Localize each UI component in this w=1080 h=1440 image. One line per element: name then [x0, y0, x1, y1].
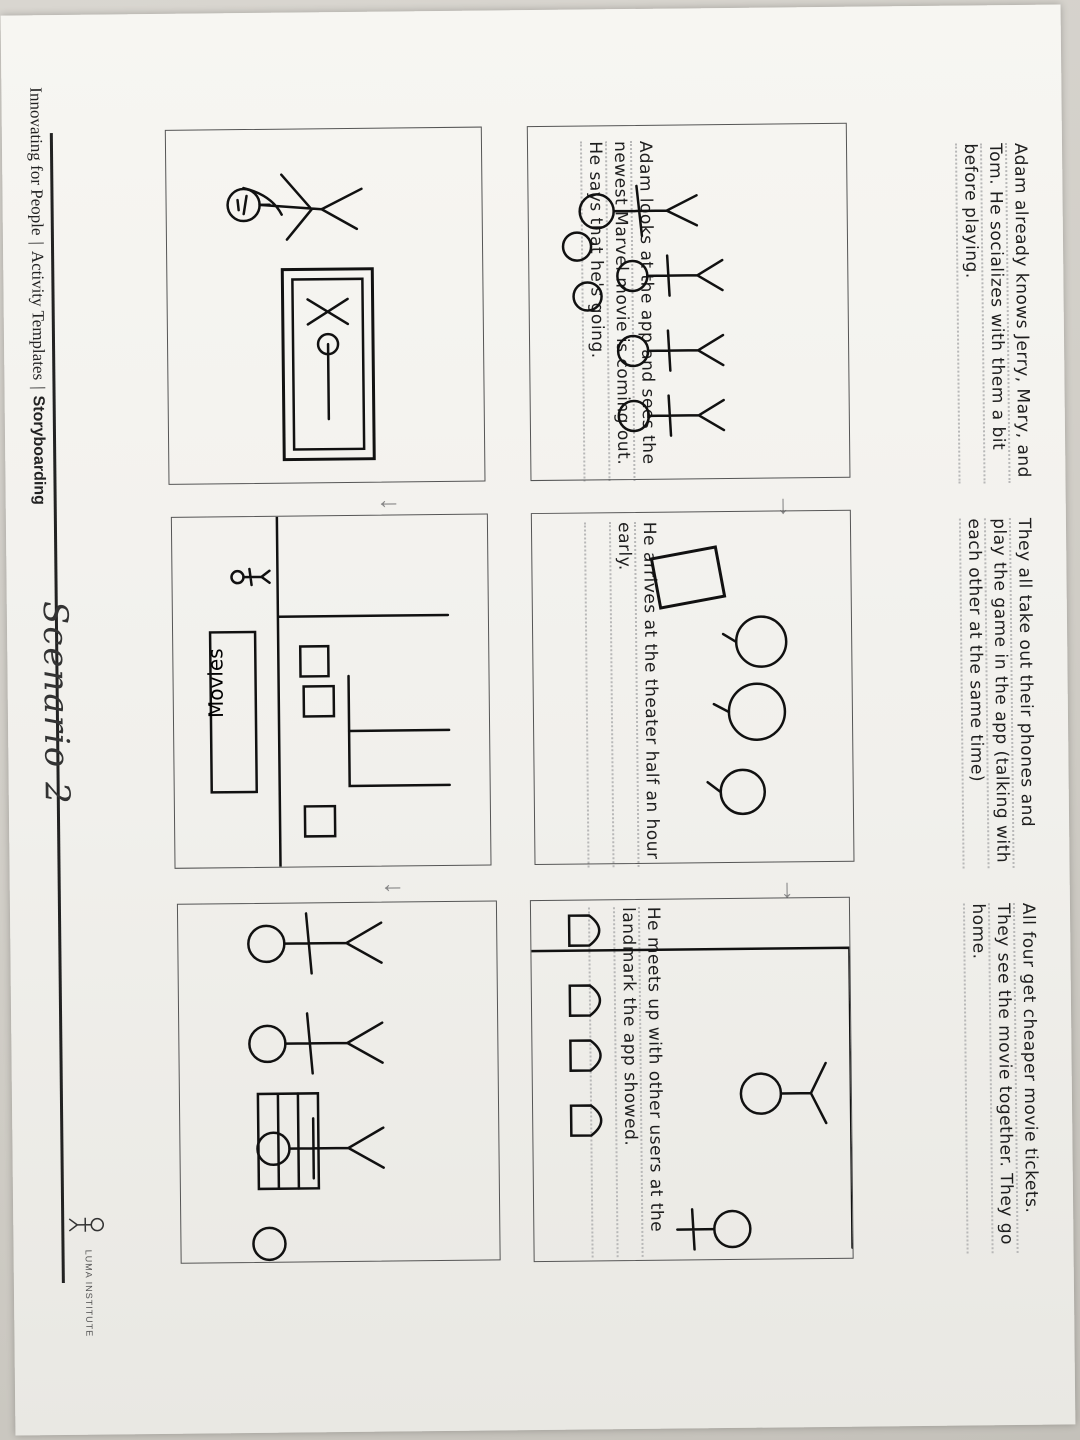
footer-logo-text: LUMA INSTITUTE	[83, 1249, 95, 1338]
page-title: Scenario 2	[34, 600, 77, 806]
storyboard-panel	[164, 126, 486, 485]
breadcrumb-current: Storyboarding	[29, 395, 48, 505]
storyboard-panel	[526, 122, 851, 482]
arrow-icon: ↓	[375, 497, 406, 511]
panel-caption: Adam already knows Jerry, Mary, and Tom.…	[959, 142, 1034, 479]
arrow-icon: ↓	[379, 881, 410, 895]
storyboard-sheet: Innovating for People|Activity Templates…	[0, 4, 1076, 1436]
breadcrumb: Innovating for People|Activity Templates…	[26, 87, 49, 505]
storyboard-panel	[530, 509, 855, 866]
movies-sign: Movies	[203, 648, 228, 719]
breadcrumb-item: Innovating for People	[26, 87, 47, 236]
rotated-page: Innovating for People|Activity Templates…	[1, 4, 1076, 1435]
panel-caption: All four get cheaper movie tickets. They…	[967, 902, 1042, 1246]
luma-logo-icon	[62, 1210, 107, 1240]
breadcrumb-item: Activity Templates	[28, 250, 49, 381]
panel-caption: They all take out their phones and play …	[963, 517, 1038, 864]
storyboard-panel	[176, 900, 501, 1264]
storyboard-panel	[529, 896, 854, 1263]
